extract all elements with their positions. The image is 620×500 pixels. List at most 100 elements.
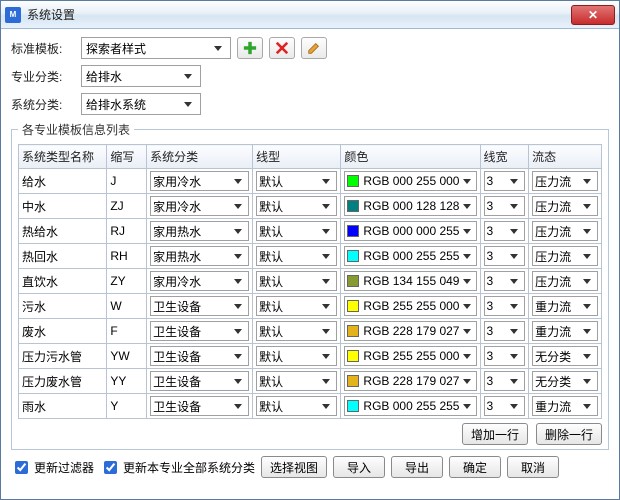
- cell-combo[interactable]: 家用冷水: [150, 271, 249, 291]
- close-button[interactable]: ✕: [571, 5, 615, 25]
- cell-combo[interactable]: 重力流: [532, 296, 598, 316]
- cell-combo[interactable]: 默认: [256, 396, 337, 416]
- cell-combo[interactable]: 3: [484, 371, 526, 391]
- delete-row-button[interactable]: 删除一行: [536, 423, 602, 445]
- cell-combo[interactable]: 卫生设备: [150, 371, 249, 391]
- update-filter-check[interactable]: 更新过滤器: [11, 458, 94, 477]
- cell-combo[interactable]: RGB 000 255 255: [344, 246, 476, 266]
- select-view-button[interactable]: 选择视图: [261, 456, 327, 478]
- cell-name[interactable]: 废水: [19, 319, 107, 344]
- major-combo[interactable]: 给排水: [81, 65, 201, 87]
- cell-abbr[interactable]: ZY: [107, 269, 147, 294]
- cell-name[interactable]: 压力污水管: [19, 344, 107, 369]
- cell-combo[interactable]: 压力流: [532, 196, 598, 216]
- cell-combo[interactable]: 压力流: [532, 171, 598, 191]
- cell-combo[interactable]: RGB 000 128 128: [344, 196, 476, 216]
- cell-name[interactable]: 污水: [19, 294, 107, 319]
- edit-button[interactable]: [301, 37, 327, 59]
- cell-combo[interactable]: 3: [484, 196, 526, 216]
- cell-combo[interactable]: 默认: [256, 371, 337, 391]
- cell-combo[interactable]: 3: [484, 396, 526, 416]
- cell-combo[interactable]: RGB 228 179 027: [344, 321, 476, 341]
- cell-abbr[interactable]: YW: [107, 344, 147, 369]
- cell-combo[interactable]: 无分类: [532, 371, 598, 391]
- cell-abbr[interactable]: F: [107, 319, 147, 344]
- chevron-down-icon: [459, 346, 473, 366]
- cell-combo[interactable]: 默认: [256, 246, 337, 266]
- cell-combo[interactable]: 重力流: [532, 396, 598, 416]
- cell-combo[interactable]: 家用冷水: [150, 171, 249, 191]
- cell-combo[interactable]: 默认: [256, 296, 337, 316]
- cell-abbr[interactable]: W: [107, 294, 147, 319]
- delete-button[interactable]: [269, 37, 295, 59]
- cell-combo[interactable]: 无分类: [532, 346, 598, 366]
- cell-combo[interactable]: 3: [484, 321, 526, 341]
- add-row-button[interactable]: 增加一行: [462, 423, 528, 445]
- cell-abbr[interactable]: YY: [107, 369, 147, 394]
- cell-combo[interactable]: RGB 000 255 000: [344, 171, 476, 191]
- import-button[interactable]: 导入: [333, 456, 385, 478]
- cell-name[interactable]: 热给水: [19, 219, 107, 244]
- update-all-sys-check[interactable]: 更新本专业全部系统分类: [100, 458, 255, 477]
- cell-combo[interactable]: RGB 255 255 000: [344, 296, 476, 316]
- cell-combo[interactable]: 卫生设备: [150, 321, 249, 341]
- cell-combo[interactable]: 默认: [256, 196, 337, 216]
- cell-abbr[interactable]: RH: [107, 244, 147, 269]
- cell-name[interactable]: 直饮水: [19, 269, 107, 294]
- cell-combo[interactable]: RGB 228 179 027: [344, 371, 476, 391]
- sys-combo[interactable]: 给排水系统: [81, 93, 201, 115]
- cell-name[interactable]: 给水: [19, 169, 107, 194]
- cell-color: RGB 000 255 255: [341, 244, 480, 269]
- cell-sys: 卫生设备: [147, 319, 253, 344]
- cell-combo[interactable]: RGB 134 155 049: [344, 271, 476, 291]
- cell-name[interactable]: 中水: [19, 194, 107, 219]
- cell-combo[interactable]: 卫生设备: [150, 296, 249, 316]
- cell-combo[interactable]: 默认: [256, 171, 337, 191]
- cell-sys: 卫生设备: [147, 344, 253, 369]
- ok-button[interactable]: 确定: [449, 456, 501, 478]
- cell-combo[interactable]: 压力流: [532, 246, 598, 266]
- cell-value: 压力流: [535, 248, 571, 265]
- export-button[interactable]: 导出: [391, 456, 443, 478]
- cell-combo[interactable]: 3: [484, 346, 526, 366]
- cell-value: 卫生设备: [153, 323, 201, 340]
- cell-name[interactable]: 雨水: [19, 394, 107, 419]
- major-value: 给排水: [86, 68, 122, 85]
- update-filter-checkbox[interactable]: [15, 461, 28, 474]
- cell-abbr[interactable]: Y: [107, 394, 147, 419]
- cell-abbr[interactable]: ZJ: [107, 194, 147, 219]
- dialog-body: 标准模板: 探索者样式 专业分类: 给排水 系统分类:: [1, 29, 619, 484]
- add-button[interactable]: [237, 37, 263, 59]
- cell-width: 3: [480, 344, 529, 369]
- cell-combo[interactable]: 3: [484, 171, 526, 191]
- cell-name[interactable]: 热回水: [19, 244, 107, 269]
- cell-combo[interactable]: 3: [484, 271, 526, 291]
- cell-combo[interactable]: RGB 000 000 255: [344, 221, 476, 241]
- cell-combo[interactable]: 默认: [256, 321, 337, 341]
- cell-combo[interactable]: 3: [484, 221, 526, 241]
- update-all-sys-checkbox[interactable]: [104, 461, 117, 474]
- cell-combo[interactable]: 压力流: [532, 271, 598, 291]
- cell-linetype: 默认: [253, 369, 341, 394]
- cell-combo[interactable]: 家用热水: [150, 221, 249, 241]
- cell-combo[interactable]: RGB 255 255 000: [344, 346, 476, 366]
- close-icon: ✕: [588, 8, 598, 22]
- cell-combo[interactable]: 3: [484, 246, 526, 266]
- cell-combo[interactable]: 3: [484, 296, 526, 316]
- cell-combo[interactable]: RGB 000 255 255: [344, 396, 476, 416]
- cell-abbr[interactable]: RJ: [107, 219, 147, 244]
- cell-combo[interactable]: 默认: [256, 346, 337, 366]
- cell-abbr[interactable]: J: [107, 169, 147, 194]
- cell-combo[interactable]: 重力流: [532, 321, 598, 341]
- template-combo[interactable]: 探索者样式: [81, 37, 231, 59]
- cell-combo[interactable]: 默认: [256, 271, 337, 291]
- cell-combo[interactable]: 家用冷水: [150, 196, 249, 216]
- cell-combo[interactable]: 卫生设备: [150, 346, 249, 366]
- cell-combo[interactable]: 家用热水: [150, 246, 249, 266]
- cell-combo[interactable]: 压力流: [532, 221, 598, 241]
- template-value: 探索者样式: [86, 40, 146, 57]
- cancel-button[interactable]: 取消: [507, 456, 559, 478]
- cell-name[interactable]: 压力废水管: [19, 369, 107, 394]
- cell-combo[interactable]: 卫生设备: [150, 396, 249, 416]
- cell-combo[interactable]: 默认: [256, 221, 337, 241]
